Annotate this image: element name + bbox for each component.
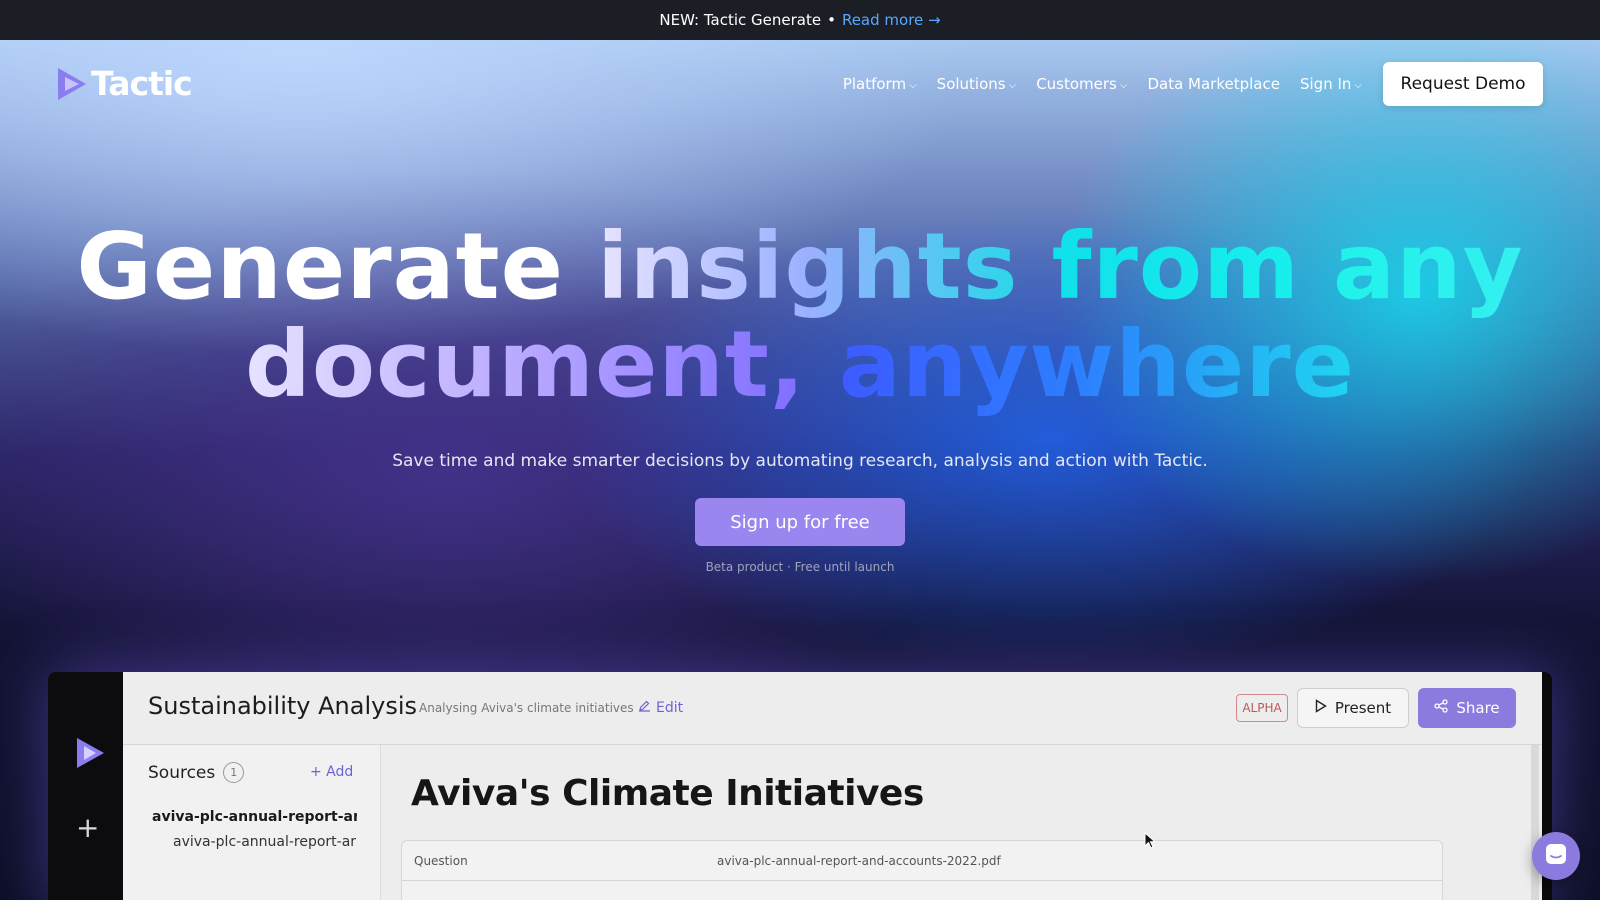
table-header-row: Question aviva-plc-annual-report-and-acc… [402, 841, 1442, 881]
brand-logo[interactable]: Tactic [55, 64, 193, 103]
sources-heading: Sources 1 [148, 762, 245, 783]
nav-data-marketplace-label: Data Marketplace [1147, 75, 1280, 93]
play-icon [1315, 699, 1327, 717]
nav-data-marketplace[interactable]: Data Marketplace [1147, 75, 1280, 93]
app-preview: + Sustainability Analysis Analysing Aviv… [48, 672, 1552, 900]
tactic-play-logo-icon [55, 66, 89, 102]
plus-icon[interactable]: + [76, 814, 99, 842]
nav-solutions[interactable]: Solutions ⌵ [937, 75, 1017, 93]
headline-word-document: document, [244, 311, 806, 418]
nav-customers-label: Customers [1036, 75, 1117, 93]
sources-count-badge: 1 [223, 762, 245, 783]
headline-word-generate: Generate [76, 213, 565, 320]
add-source-button[interactable]: + Add [310, 764, 353, 780]
headline-word-any: any [1333, 213, 1524, 320]
project-description: Analysing Aviva's climate initiatives [419, 701, 634, 715]
sources-panel: Sources 1 + Add aviva-plc-annual-report-… [123, 745, 381, 900]
hero-headline: Generate insights from any document, any… [0, 218, 1600, 414]
headline-word-anywhere: anywhere [838, 311, 1355, 418]
project-title: Sustainability Analysis [148, 692, 418, 720]
document-scrollbar[interactable] [1531, 745, 1539, 900]
read-more-link[interactable]: Read more → [842, 11, 941, 29]
request-demo-button[interactable]: Request Demo [1383, 62, 1543, 106]
column-header-question: Question [414, 854, 468, 868]
share-label: Share [1456, 699, 1500, 717]
headline-line-1: Generate insights from any [0, 218, 1600, 316]
present-button[interactable]: Present [1297, 688, 1409, 728]
main-nav: Platform ⌵ Solutions ⌵ Customers ⌵ Data … [843, 64, 1362, 104]
sources-label: Sources [148, 762, 216, 783]
nav-sign-in-label: Sign In [1299, 75, 1352, 93]
nav-platform-label: Platform [842, 75, 907, 93]
chevron-down-icon: ⌵ [1354, 79, 1362, 91]
app-header: Sustainability Analysis Analysing Aviva'… [123, 672, 1542, 745]
chevron-down-icon: ⌵ [1119, 79, 1128, 91]
edit-label: Edit [656, 699, 684, 716]
nav-sign-in[interactable]: Sign In ⌵ [1300, 75, 1362, 93]
present-label: Present [1334, 699, 1392, 717]
tactic-play-logo-icon[interactable] [74, 736, 106, 774]
share-button[interactable]: Share [1418, 688, 1516, 728]
mouse-cursor-icon [1144, 831, 1157, 854]
hero-subtitle: Save time and make smarter decisions by … [392, 451, 1208, 471]
sign-up-button[interactable]: Sign up for free [695, 498, 905, 546]
pencil-icon [638, 699, 651, 716]
app-sidebar-rail: + [48, 672, 123, 900]
headline-word-insights: insights [597, 213, 1019, 320]
nav-customers[interactable]: Customers ⌵ [1036, 75, 1127, 93]
chat-icon [1544, 842, 1568, 870]
announcement-separator: • [827, 11, 836, 29]
app-main-panel: Sustainability Analysis Analysing Aviva'… [123, 672, 1542, 900]
chat-launcher-button[interactable] [1532, 832, 1580, 880]
column-header-file: aviva-plc-annual-report-and-accounts-202… [717, 854, 1001, 868]
share-icon [1434, 699, 1448, 717]
source-file-item[interactable]: aviva-plc-annual-report-and [152, 809, 357, 825]
edit-button[interactable]: Edit [638, 699, 683, 716]
document-panel: Aviva's Climate Initiatives Question avi… [381, 745, 1542, 900]
announcement-text: NEW: Tactic Generate [659, 11, 822, 29]
chevron-down-icon: ⌵ [1008, 79, 1017, 91]
source-file-item[interactable]: aviva-plc-annual-report-ar [173, 834, 357, 850]
nav-platform[interactable]: Platform ⌵ [843, 75, 917, 93]
beta-note: Beta product · Free until launch [705, 560, 895, 574]
headline-line-2: document, anywhere [0, 316, 1600, 414]
announcement-bar: NEW: Tactic Generate • Read more → [0, 0, 1600, 40]
brand-name: Tactic [91, 64, 193, 103]
headline-word-from: from [1051, 213, 1300, 320]
document-table: Question aviva-plc-annual-report-and-acc… [401, 840, 1443, 900]
document-title: Aviva's Climate Initiatives [411, 773, 924, 814]
chevron-down-icon: ⌵ [909, 79, 917, 91]
nav-solutions-label: Solutions [936, 75, 1006, 93]
alpha-badge: ALPHA [1236, 694, 1288, 722]
